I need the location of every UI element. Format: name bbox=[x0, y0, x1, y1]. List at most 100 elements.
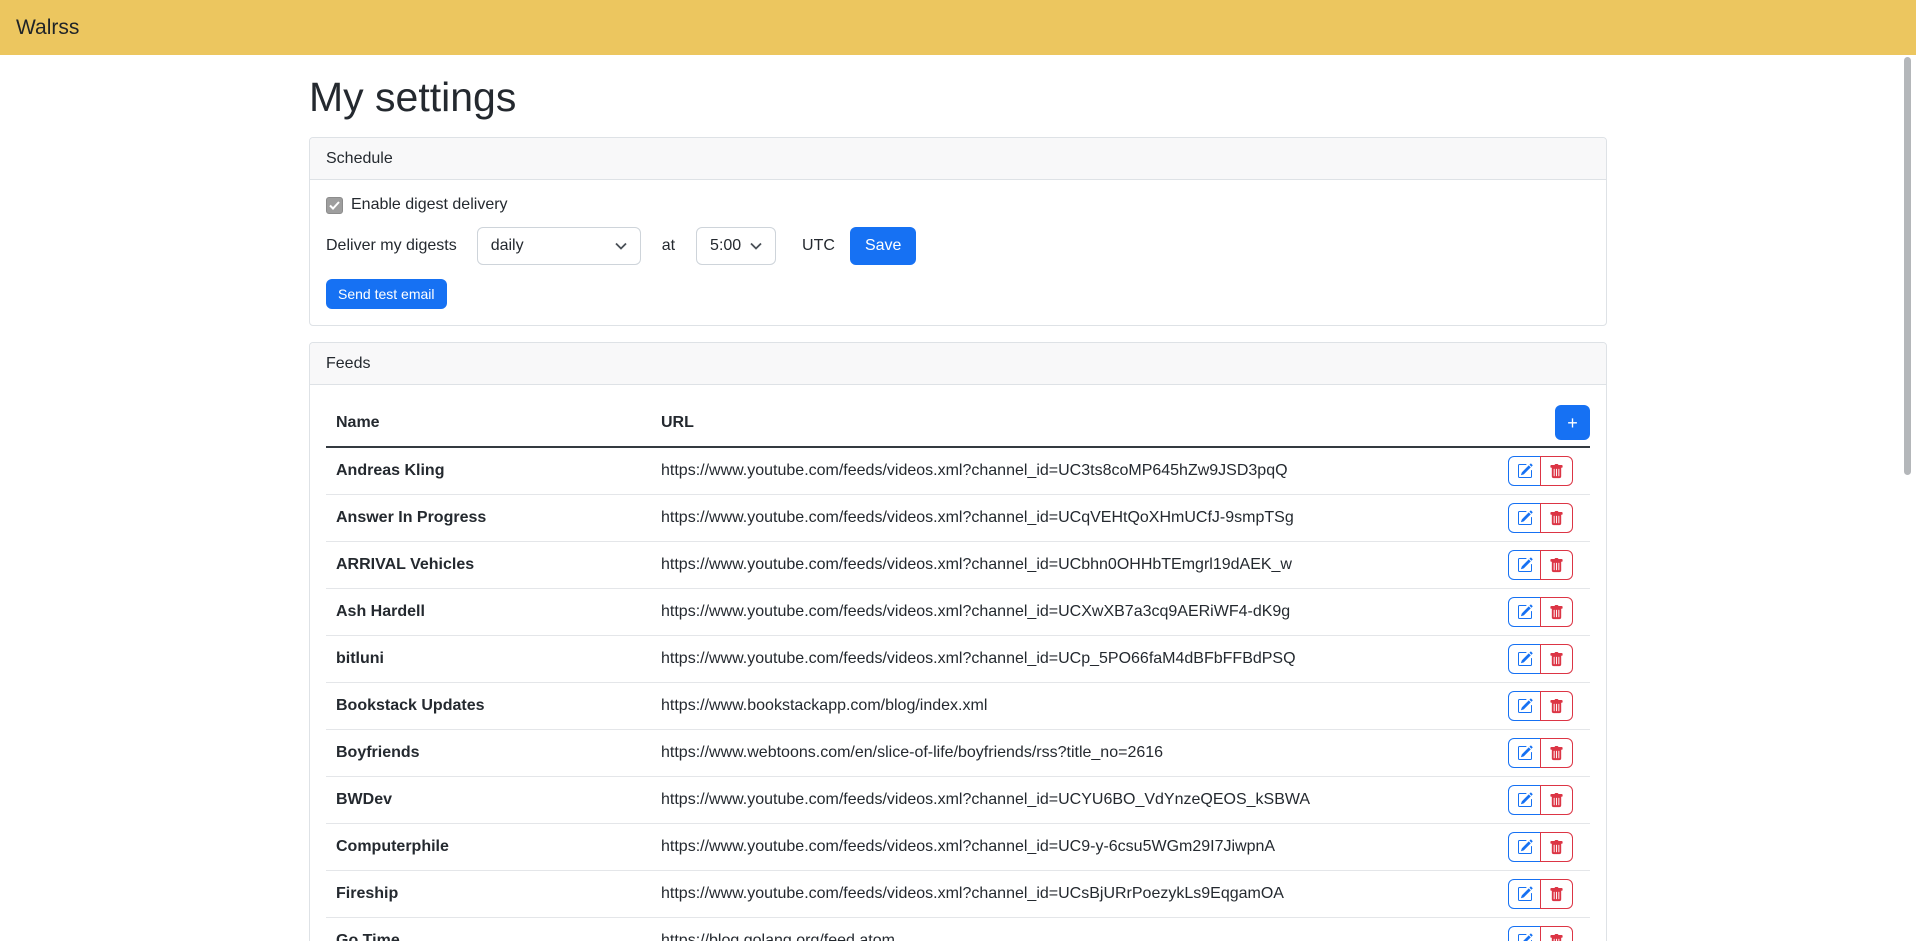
edit-feed-button[interactable] bbox=[1508, 597, 1541, 627]
feed-actions bbox=[1480, 777, 1590, 824]
save-button[interactable]: Save bbox=[850, 227, 916, 265]
add-feed-button[interactable]: + bbox=[1555, 405, 1590, 440]
pencil-square-icon bbox=[1517, 792, 1533, 808]
time-select[interactable]: 5:00 bbox=[696, 227, 776, 265]
feed-url: https://www.youtube.com/feeds/videos.xml… bbox=[651, 824, 1480, 871]
feed-actions bbox=[1480, 447, 1590, 495]
delete-feed-button[interactable] bbox=[1540, 503, 1573, 533]
table-row: Go Time https://blog.golang.org/feed.ato… bbox=[326, 918, 1590, 941]
feed-name: Computerphile bbox=[326, 824, 651, 871]
edit-feed-button[interactable] bbox=[1508, 785, 1541, 815]
delete-feed-button[interactable] bbox=[1540, 691, 1573, 721]
delete-feed-button[interactable] bbox=[1540, 456, 1573, 486]
feeds-table: Name URL + Andreas Kling https://www.you… bbox=[326, 399, 1590, 941]
time-value: 5:00 bbox=[710, 237, 741, 255]
table-row: ARRIVAL Vehicles https://www.youtube.com… bbox=[326, 542, 1590, 589]
feed-actions-group bbox=[1508, 926, 1573, 941]
deliver-label: Deliver my digests bbox=[326, 237, 457, 255]
feed-name: Fireship bbox=[326, 871, 651, 918]
feed-actions-group bbox=[1508, 832, 1573, 862]
deliver-row: Deliver my digests daily at 5:00 UTC Sav… bbox=[326, 227, 1590, 265]
at-label: at bbox=[662, 237, 675, 255]
feed-actions-group bbox=[1508, 785, 1573, 815]
edit-feed-button[interactable] bbox=[1508, 644, 1541, 674]
edit-feed-button[interactable] bbox=[1508, 503, 1541, 533]
schedule-card: Schedule Enable digest delivery Deliver … bbox=[309, 137, 1607, 326]
pencil-square-icon bbox=[1517, 604, 1533, 620]
send-test-email-button[interactable]: Send test email bbox=[326, 279, 447, 309]
delete-feed-button[interactable] bbox=[1540, 597, 1573, 627]
pencil-square-icon bbox=[1517, 557, 1533, 573]
feed-url: https://www.youtube.com/feeds/videos.xml… bbox=[651, 542, 1480, 589]
feed-name: Andreas Kling bbox=[326, 447, 651, 495]
feed-actions bbox=[1480, 683, 1590, 730]
feed-actions-group bbox=[1508, 456, 1573, 486]
trash-icon bbox=[1549, 840, 1564, 855]
navbar: Walrss bbox=[0, 0, 1916, 55]
feed-actions-group bbox=[1508, 691, 1573, 721]
feed-actions-group bbox=[1508, 738, 1573, 768]
app-brand[interactable]: Walrss bbox=[16, 16, 79, 40]
feed-name: bitluni bbox=[326, 636, 651, 683]
feed-name: ARRIVAL Vehicles bbox=[326, 542, 651, 589]
feed-name: Ash Hardell bbox=[326, 589, 651, 636]
trash-icon bbox=[1549, 511, 1564, 526]
column-header-url: URL bbox=[651, 399, 1480, 447]
feed-actions bbox=[1480, 589, 1590, 636]
frequency-select[interactable]: daily bbox=[477, 227, 641, 265]
trash-icon bbox=[1549, 464, 1564, 479]
edit-feed-button[interactable] bbox=[1508, 456, 1541, 486]
trash-icon bbox=[1549, 558, 1564, 573]
enable-digest-checkbox[interactable] bbox=[326, 197, 343, 214]
feed-url: https://www.youtube.com/feeds/videos.xml… bbox=[651, 495, 1480, 542]
delete-feed-button[interactable] bbox=[1540, 926, 1573, 941]
delete-feed-button[interactable] bbox=[1540, 832, 1573, 862]
table-row: Andreas Kling https://www.youtube.com/fe… bbox=[326, 447, 1590, 495]
feeds-card: Feeds Name URL + Andreas Kling https://w… bbox=[309, 342, 1607, 941]
table-row: Ash Hardell https://www.youtube.com/feed… bbox=[326, 589, 1590, 636]
pencil-square-icon bbox=[1517, 886, 1533, 902]
delete-feed-button[interactable] bbox=[1540, 550, 1573, 580]
pencil-square-icon bbox=[1517, 510, 1533, 526]
feed-actions-group bbox=[1508, 597, 1573, 627]
edit-feed-button[interactable] bbox=[1508, 832, 1541, 862]
trash-icon bbox=[1549, 746, 1564, 761]
feed-url: https://www.bookstackapp.com/blog/index.… bbox=[651, 683, 1480, 730]
feed-name: Go Time bbox=[326, 918, 651, 941]
feed-actions bbox=[1480, 636, 1590, 683]
edit-feed-button[interactable] bbox=[1508, 926, 1541, 941]
edit-feed-button[interactable] bbox=[1508, 691, 1541, 721]
chevron-down-icon bbox=[615, 242, 627, 250]
feed-url: https://blog.golang.org/feed.atom bbox=[651, 918, 1480, 941]
pencil-square-icon bbox=[1517, 745, 1533, 761]
feed-actions-group bbox=[1508, 503, 1573, 533]
feed-url: https://www.youtube.com/feeds/videos.xml… bbox=[651, 871, 1480, 918]
feeds-table-wrap: Name URL + Andreas Kling https://www.you… bbox=[310, 385, 1606, 941]
enable-digest-label[interactable]: Enable digest delivery bbox=[351, 196, 508, 214]
feed-actions bbox=[1480, 542, 1590, 589]
trash-icon bbox=[1549, 605, 1564, 620]
table-row: Bookstack Updates https://www.bookstacka… bbox=[326, 683, 1590, 730]
table-row: BWDev https://www.youtube.com/feeds/vide… bbox=[326, 777, 1590, 824]
trash-icon bbox=[1549, 652, 1564, 667]
feed-url: https://www.youtube.com/feeds/videos.xml… bbox=[651, 589, 1480, 636]
trash-icon bbox=[1549, 793, 1564, 808]
scrollbar-thumb[interactable] bbox=[1904, 57, 1911, 475]
feed-url: https://www.youtube.com/feeds/videos.xml… bbox=[651, 777, 1480, 824]
feed-actions-group bbox=[1508, 550, 1573, 580]
trash-icon bbox=[1549, 887, 1564, 902]
frequency-value: daily bbox=[491, 237, 524, 255]
timezone-label: UTC bbox=[802, 237, 835, 255]
delete-feed-button[interactable] bbox=[1540, 644, 1573, 674]
table-row: Answer In Progress https://www.youtube.c… bbox=[326, 495, 1590, 542]
edit-feed-button[interactable] bbox=[1508, 738, 1541, 768]
check-icon bbox=[329, 201, 340, 210]
edit-feed-button[interactable] bbox=[1508, 550, 1541, 580]
delete-feed-button[interactable] bbox=[1540, 785, 1573, 815]
enable-digest-row: Enable digest delivery bbox=[326, 196, 1590, 214]
feed-actions bbox=[1480, 730, 1590, 777]
feeds-card-header: Feeds bbox=[310, 343, 1606, 385]
edit-feed-button[interactable] bbox=[1508, 879, 1541, 909]
delete-feed-button[interactable] bbox=[1540, 738, 1573, 768]
delete-feed-button[interactable] bbox=[1540, 879, 1573, 909]
